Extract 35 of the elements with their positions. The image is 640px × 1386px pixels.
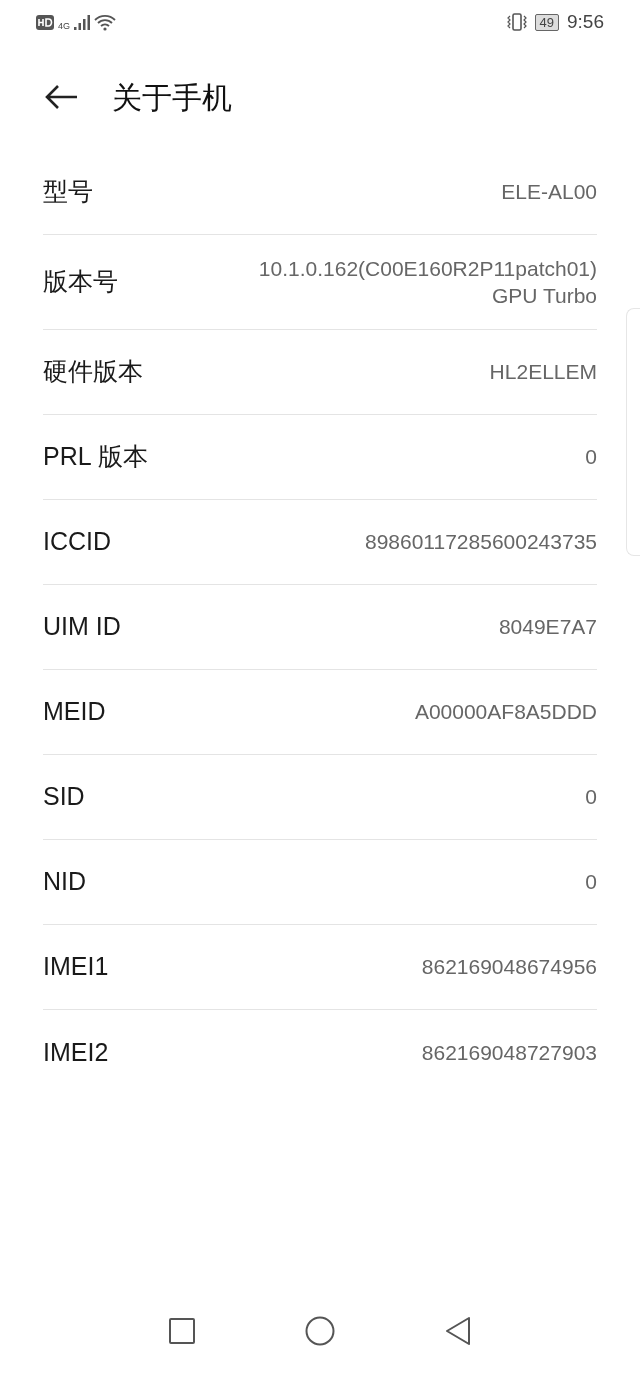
setting-value: 89860117285600243735 (364, 529, 597, 556)
setting-label: PRL 版本 (43, 441, 148, 473)
setting-value: A00000AF8A5DDD (414, 699, 597, 726)
recent-apps-icon[interactable] (169, 1318, 195, 1344)
setting-label: 硬件版本 (43, 356, 143, 388)
clock: 9:56 (567, 9, 604, 34)
back-nav-icon[interactable] (445, 1316, 471, 1346)
wifi-icon (94, 13, 116, 31)
setting-value: HL2ELLEM (489, 359, 597, 386)
setting-value: 0 (585, 444, 597, 471)
vibrate-icon (506, 13, 527, 31)
setting-value: 8049E7A7 (498, 614, 597, 641)
page-title: 关于手机 (112, 79, 232, 116)
hd-icon (36, 14, 54, 30)
setting-label: IMEI1 (43, 951, 109, 983)
setting-label: ICCID (43, 526, 112, 558)
setting-label: 版本号 (43, 266, 118, 298)
network-type: 4G (58, 20, 70, 34)
home-icon[interactable] (305, 1316, 335, 1346)
side-handle[interactable] (626, 308, 640, 556)
setting-value: 0 (585, 784, 597, 811)
setting-label: 型号 (43, 176, 93, 208)
setting-label: IMEI2 (43, 1036, 109, 1068)
setting-label: NID (43, 866, 87, 898)
signal-icon (74, 14, 90, 30)
battery-level: 49 (534, 13, 559, 31)
setting-value: ELE-AL00 (501, 179, 597, 206)
back-icon[interactable] (44, 84, 78, 110)
setting-label: MEID (43, 696, 106, 728)
setting-value: 862169048674956 (421, 954, 597, 981)
setting-value: 10.1.0.162(C00E160R2P11patch01) GPU Turbo (258, 255, 597, 309)
setting-label: UIM ID (43, 611, 121, 643)
setting-label: SID (43, 781, 85, 813)
setting-value: 862169048727903 (421, 1039, 597, 1066)
setting-value: 0 (585, 869, 597, 896)
